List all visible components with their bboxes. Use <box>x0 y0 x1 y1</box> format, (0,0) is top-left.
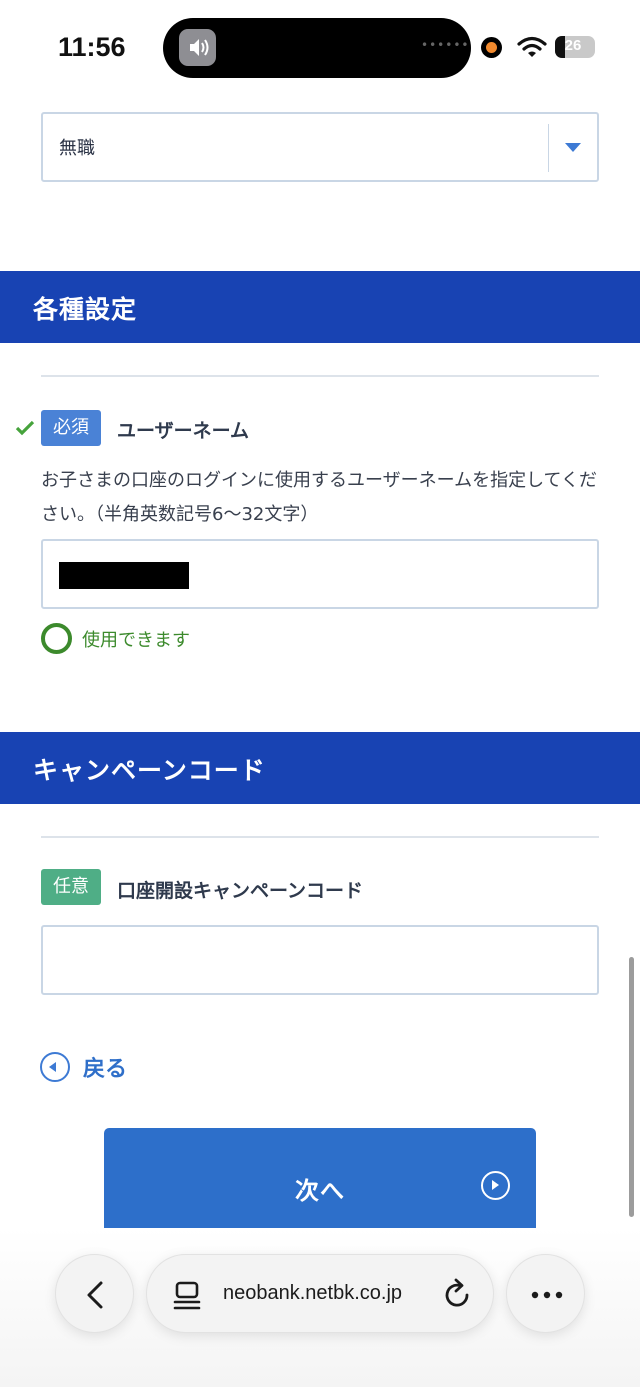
settings-section-header: 各種設定 <box>0 271 640 343</box>
next-label: 次へ <box>295 1177 345 1205</box>
campaign-code-label: 口座開設キャンペーンコード <box>117 880 364 902</box>
battery-icon: 26 <box>555 36 595 58</box>
settings-section-title: 各種設定 <box>33 295 138 324</box>
speaker-icon <box>179 29 216 66</box>
status-time: 11:56 <box>58 32 126 62</box>
url-text: neobank.netbk.co.jp <box>223 1282 403 1304</box>
more-button[interactable] <box>506 1254 585 1333</box>
check-icon <box>15 420 35 436</box>
divider <box>41 375 599 377</box>
required-badge: 必須 <box>41 410 101 446</box>
next-button[interactable]: 次へ <box>104 1128 536 1228</box>
available-circle-icon <box>41 623 72 654</box>
address-bar[interactable]: neobank.netbk.co.jp <box>146 1254 494 1333</box>
username-status: 使用できます <box>82 630 190 651</box>
username-input[interactable] <box>41 539 599 609</box>
occupation-select[interactable]: 無職 <box>41 112 599 182</box>
username-label: ユーザーネーム <box>117 420 250 442</box>
recording-dot-icon <box>481 37 502 58</box>
wifi-icon <box>517 36 547 57</box>
next-arrow-icon <box>481 1171 510 1200</box>
status-bar: 11:56 •••••• 26 <box>0 0 640 94</box>
occupation-selected-value: 無職 <box>59 138 95 159</box>
chevron-left-icon <box>87 1281 103 1309</box>
scrollbar[interactable] <box>629 957 634 1217</box>
optional-badge: 任意 <box>41 869 101 905</box>
page-menu-icon[interactable] <box>172 1280 202 1310</box>
back-label: 戻る <box>83 1057 128 1082</box>
back-link[interactable]: 戻る <box>40 1050 127 1084</box>
dynamic-island: •••••• <box>163 18 471 78</box>
campaign-section-header: キャンペーンコード <box>0 732 640 804</box>
browser-back-button[interactable] <box>55 1254 134 1333</box>
campaign-section-title: キャンペーンコード <box>33 756 266 785</box>
reload-icon[interactable] <box>443 1278 473 1310</box>
chevron-down-icon[interactable] <box>565 143 581 152</box>
battery-level: 26 <box>564 37 582 54</box>
username-description: お子さまの口座のログインに使用するユーザーネームを指定してください。（半角英数記… <box>41 470 598 525</box>
ellipsis-icon <box>531 1291 563 1299</box>
back-arrow-icon <box>40 1052 70 1082</box>
island-indicator: •••••• <box>421 38 470 52</box>
select-divider <box>548 124 549 172</box>
divider <box>41 836 599 838</box>
redacted-username <box>59 562 189 589</box>
campaign-code-input[interactable] <box>41 925 599 995</box>
